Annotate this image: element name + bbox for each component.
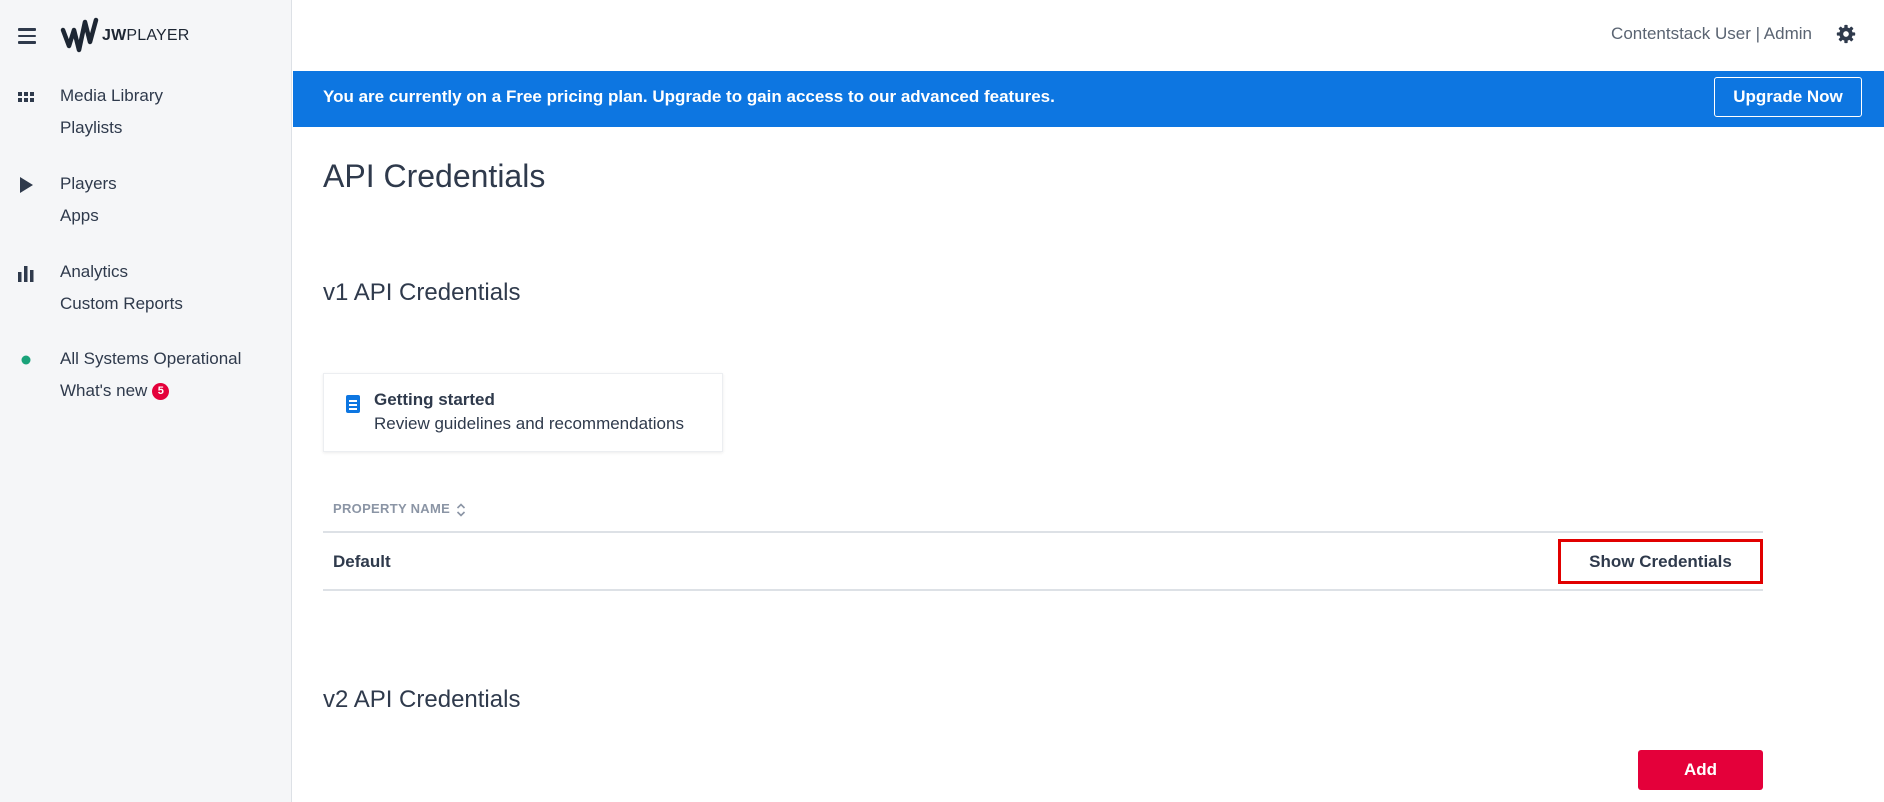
sidebar-item-media-library[interactable]: Media Library bbox=[0, 80, 292, 112]
sidebar-item-label: What's new bbox=[60, 381, 148, 400]
sidebar-item-custom-reports[interactable]: Custom Reports bbox=[0, 288, 292, 320]
sidebar-item-players[interactable]: Players bbox=[0, 168, 292, 200]
property-name-column-header[interactable]: PROPERTY NAME bbox=[333, 501, 466, 517]
sidebar-item-label: Playlists bbox=[60, 118, 123, 137]
top-bar: Contentstack User | Admin bbox=[293, 0, 1884, 71]
card-title: Getting started bbox=[374, 390, 495, 409]
page-title: API Credentials bbox=[323, 158, 546, 194]
pricing-plan-banner: You are currently on a Free pricing plan… bbox=[293, 71, 1884, 127]
sidebar: JWPLAYER Media Library Playlists Players… bbox=[0, 0, 292, 802]
sidebar-item-whats-new[interactable]: What's new 5 bbox=[0, 375, 292, 407]
column-header-label: PROPERTY NAME bbox=[333, 501, 451, 516]
show-credentials-button[interactable]: Show Credentials bbox=[1558, 539, 1763, 584]
sort-icon bbox=[457, 502, 466, 517]
sidebar-item-label: Media Library bbox=[60, 86, 163, 105]
sidebar-item-label: Apps bbox=[60, 206, 99, 225]
add-button[interactable]: Add bbox=[1638, 750, 1763, 790]
nav-group-analytics: Analytics Custom Reports bbox=[0, 256, 292, 320]
jwplayer-logo[interactable]: JWPLAYER bbox=[60, 16, 190, 56]
property-name-cell: Default bbox=[333, 552, 391, 571]
banner-message: You are currently on a Free pricing plan… bbox=[323, 87, 1055, 106]
table-row: Default Show Credentials bbox=[323, 533, 1763, 591]
gear-icon[interactable] bbox=[1836, 24, 1856, 44]
sidebar-item-label: Analytics bbox=[60, 262, 129, 281]
nav-group-media: Media Library Playlists bbox=[0, 80, 292, 144]
nav-group-players: Players Apps bbox=[0, 168, 292, 232]
card-subtitle: Review guidelines and recommendations bbox=[374, 414, 684, 433]
sidebar-item-apps[interactable]: Apps bbox=[0, 200, 292, 232]
sidebar-item-label: Custom Reports bbox=[60, 294, 183, 313]
v1-section-heading: v1 API Credentials bbox=[323, 279, 521, 306]
v2-section-heading: v2 API Credentials bbox=[323, 686, 521, 713]
upgrade-now-button[interactable]: Upgrade Now bbox=[1714, 77, 1862, 117]
v1-credentials-table: PROPERTY NAME Default Show Credentials bbox=[323, 486, 1763, 591]
table-header: PROPERTY NAME bbox=[323, 486, 1763, 533]
logo-wordmark: JWPLAYER bbox=[102, 27, 190, 44]
nav-group-status: All Systems Operational What's new 5 bbox=[0, 343, 292, 407]
sidebar-item-analytics[interactable]: Analytics bbox=[0, 256, 292, 288]
sidebar-item-label: All Systems Operational bbox=[60, 349, 242, 368]
document-icon bbox=[346, 395, 360, 413]
sidebar-item-label: Players bbox=[60, 174, 117, 193]
getting-started-card[interactable]: Getting started Review guidelines and re… bbox=[323, 373, 723, 452]
sidebar-item-system-status[interactable]: All Systems Operational bbox=[0, 343, 292, 375]
sidebar-item-playlists[interactable]: Playlists bbox=[0, 112, 292, 144]
user-account-label[interactable]: Contentstack User | Admin bbox=[1611, 24, 1812, 44]
hamburger-menu-icon[interactable] bbox=[16, 25, 38, 47]
jwplayer-logo-mark-icon bbox=[60, 17, 99, 53]
whats-new-count-badge: 5 bbox=[152, 382, 170, 400]
brand-header: JWPLAYER bbox=[16, 8, 190, 64]
